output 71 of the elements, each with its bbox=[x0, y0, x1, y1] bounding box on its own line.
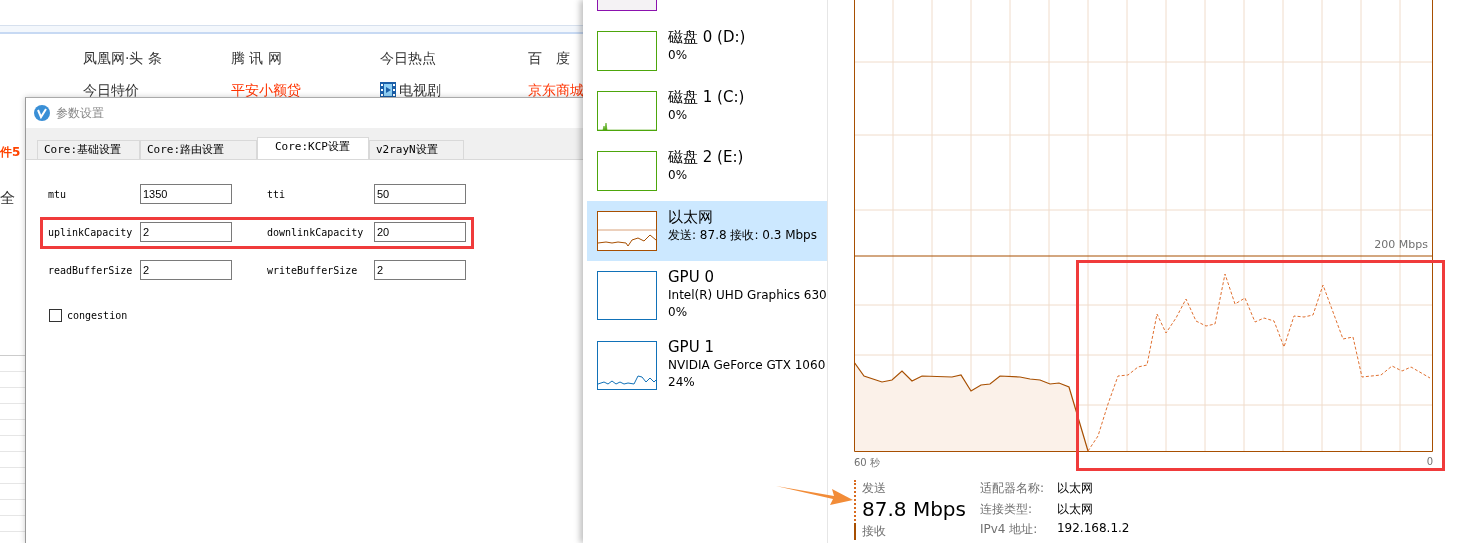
stat-label: 接收 bbox=[862, 523, 886, 540]
send-indicator bbox=[854, 480, 856, 521]
arrow-icon bbox=[776, 484, 854, 506]
device-name: GPU 0 bbox=[668, 268, 715, 287]
input-field[interactable]: 2 bbox=[374, 260, 466, 280]
nav-link[interactable]: 平安小额贷 bbox=[231, 80, 380, 100]
device-detail: 发送: 87.8 接收: 0.3 Mbps bbox=[668, 227, 817, 244]
nav-link[interactable]: 今日特价 bbox=[83, 80, 231, 100]
stat-label: 发送 bbox=[862, 480, 887, 497]
axis-label: 200 Mbps bbox=[1374, 238, 1428, 251]
page-text: 全 bbox=[0, 189, 16, 208]
receive-indicator bbox=[854, 523, 856, 540]
input-field[interactable]: 2 bbox=[140, 222, 232, 242]
device-detail: 0% bbox=[668, 304, 689, 321]
nav-link[interactable]: 电视剧 bbox=[380, 80, 528, 100]
checkbox-label: congestion bbox=[67, 310, 128, 321]
tab[interactable]: v2rayN设置 bbox=[369, 140, 464, 159]
input-field[interactable]: 20 bbox=[374, 222, 466, 242]
field-label: uplinkCapacity bbox=[48, 226, 134, 238]
axis-label: 0 bbox=[1426, 456, 1433, 469]
device-name: 磁盘 0 (D:) bbox=[668, 28, 746, 47]
device-detail: NVIDIA GeForce GTX 1060 bbox=[668, 357, 826, 374]
device-item[interactable]: GPU 1 NVIDIA GeForce GTX 1060 24% bbox=[587, 331, 827, 401]
property-value: 以太网 bbox=[1056, 480, 1094, 497]
device-name: 磁盘 2 (E:) bbox=[668, 148, 744, 167]
device-item[interactable]: 磁盘 2 (E:) 0% bbox=[587, 141, 827, 201]
device-name: 磁盘 1 (C:) bbox=[668, 88, 745, 107]
property-value: 以太网 bbox=[1056, 500, 1094, 518]
device-name: 以太网 bbox=[668, 208, 714, 227]
graph-thumbnail bbox=[597, 211, 657, 251]
device-detail: 24% bbox=[668, 374, 696, 391]
tab[interactable]: Core:KCP设置 bbox=[257, 137, 369, 159]
field-label: readBufferSize bbox=[48, 264, 134, 276]
device-name: GPU 1 bbox=[668, 338, 715, 357]
field-label: writeBufferSize bbox=[267, 264, 359, 276]
graph-thumbnail bbox=[597, 271, 657, 320]
nav-link[interactable]: 百 度 bbox=[528, 48, 583, 68]
property-value: 192.168.1.2 bbox=[1056, 521, 1130, 536]
device-item[interactable]: 磁盘 1 (C:) 0% bbox=[587, 81, 827, 141]
device-item[interactable]: 以太网 发送: 87.8 接收: 0.3 Mbps bbox=[587, 201, 827, 261]
property-label: 适配器名称: bbox=[979, 480, 1045, 497]
graph-thumbnail bbox=[597, 151, 657, 191]
stat-value: 87.8 Mbps bbox=[862, 497, 966, 521]
tab[interactable]: Core:路由设置 bbox=[140, 140, 257, 159]
checkbox[interactable] bbox=[49, 309, 62, 322]
device-detail: Intel(R) UHD Graphics 630 bbox=[668, 287, 827, 304]
graph-thumbnail bbox=[597, 341, 657, 390]
nav-link[interactable]: 京东商城 bbox=[528, 80, 583, 100]
device-item[interactable]: GPU 0 Intel(R) UHD Graphics 630 0% bbox=[587, 261, 827, 331]
app-icon bbox=[34, 105, 50, 121]
input-field[interactable]: 1350 bbox=[140, 184, 232, 204]
input-field[interactable]: 50 bbox=[374, 184, 466, 204]
nav-link[interactable]: 腾 讯 网 bbox=[231, 48, 380, 68]
axis-label: 60 秒 bbox=[854, 456, 880, 470]
nav-link[interactable]: 今日热点 bbox=[380, 48, 528, 68]
window-title: 参数设置 bbox=[56, 104, 104, 122]
field-label: mtu bbox=[48, 188, 68, 200]
property-label: IPv4 地址: bbox=[979, 521, 1039, 539]
graph-thumbnail bbox=[597, 91, 657, 131]
input-field[interactable]: 2 bbox=[140, 260, 232, 280]
property-label: 连接类型: bbox=[979, 500, 1033, 518]
device-item[interactable]: 磁盘 0 (D:) 0% bbox=[587, 21, 827, 81]
graph-thumbnail bbox=[597, 31, 657, 71]
nav-link[interactable]: 凤凰网·头 条 bbox=[83, 48, 231, 68]
device-detail: 0% bbox=[668, 167, 689, 184]
device-detail: 0% bbox=[668, 47, 689, 64]
field-label: downlinkCapacity bbox=[267, 226, 365, 238]
device-detail: 0% bbox=[668, 107, 689, 124]
page-text: 件5 bbox=[0, 144, 21, 161]
field-label: tti bbox=[267, 188, 287, 200]
tab[interactable]: Core:基础设置 bbox=[37, 140, 140, 159]
